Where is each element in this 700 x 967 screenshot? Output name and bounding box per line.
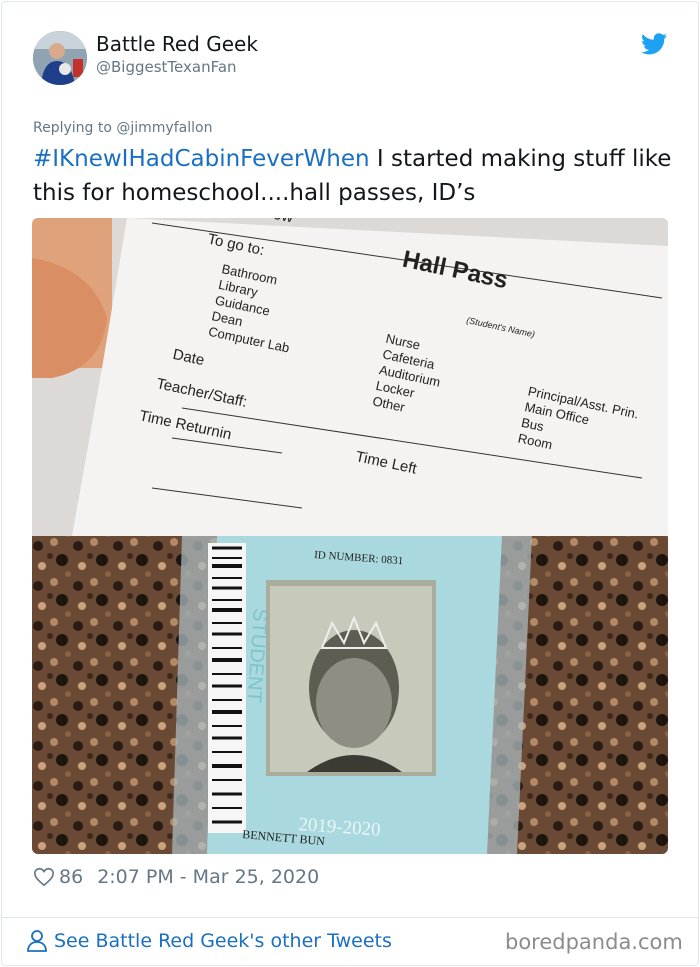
id-card-photo: ID NUMBER: 0831 STUDENT 2019-2020 BENNET…: [32, 536, 668, 854]
tweet-timestamp[interactable]: 2:07 PM - Mar 25, 2020: [97, 866, 319, 888]
tweet-meta: 86 2:07 PM - Mar 25, 2020: [33, 866, 319, 888]
footer-divider: [2, 917, 698, 918]
other-tweets-link[interactable]: See Battle Red Geek's other Tweets: [26, 929, 392, 953]
tweet-text: #IKnewIHadCabinFeverWhen I started makin…: [33, 142, 673, 210]
like-count: 86: [59, 866, 84, 888]
boredpanda-watermark: boredpanda.com: [505, 930, 683, 954]
hashtag-link[interactable]: #IKnewIHadCabinFeverWhen: [33, 146, 370, 172]
heart-icon[interactable]: [33, 866, 55, 888]
person-icon: [26, 929, 48, 953]
author-handle[interactable]: @BiggestTexanFan: [96, 58, 237, 76]
replying-to: Replying to @jimmyfallon: [33, 120, 213, 136]
hall-pass-photo: lease allow Hall Pass (Student's Name) T…: [32, 218, 668, 536]
tweet-media-image[interactable]: lease allow Hall Pass (Student's Name) T…: [32, 218, 668, 854]
author-name[interactable]: Battle Red Geek: [96, 32, 258, 56]
twitter-bird-icon[interactable]: [641, 33, 667, 55]
other-tweets-label[interactable]: See Battle Red Geek's other Tweets: [54, 930, 392, 952]
author-avatar[interactable]: [33, 31, 87, 85]
